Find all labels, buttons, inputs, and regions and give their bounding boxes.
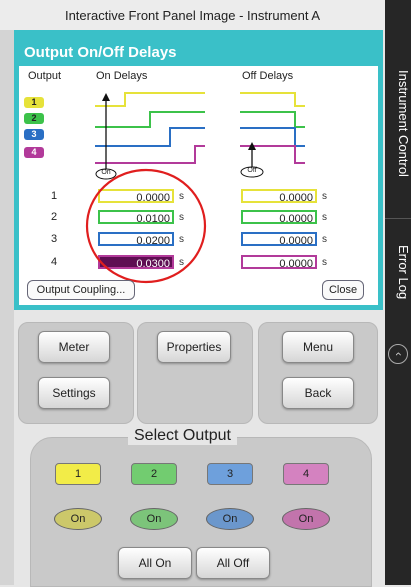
all-on-button[interactable]: All On xyxy=(118,547,192,579)
output-select-1[interactable]: 1 xyxy=(55,463,101,485)
output-on-button-3[interactable]: On xyxy=(206,508,254,530)
all-off-button[interactable]: All Off xyxy=(196,547,270,579)
highlight-circle xyxy=(85,168,207,284)
close-button[interactable]: Close xyxy=(322,280,364,300)
output-select-4[interactable]: 4 xyxy=(283,463,329,485)
menu-button[interactable]: Menu xyxy=(282,331,354,363)
output-coupling-button[interactable]: Output Coupling... xyxy=(27,280,135,300)
output-on-button-4[interactable]: On xyxy=(282,508,330,530)
back-button[interactable]: Back xyxy=(282,377,354,409)
meter-button[interactable]: Meter xyxy=(38,331,110,363)
output-select-3[interactable]: 3 xyxy=(207,463,253,485)
output-on-button-2[interactable]: On xyxy=(130,508,178,530)
settings-button[interactable]: Settings xyxy=(38,377,110,409)
output-on-button-1[interactable]: On xyxy=(54,508,102,530)
select-output-label: Select Output xyxy=(128,427,237,445)
output-select-2[interactable]: 2 xyxy=(131,463,177,485)
properties-button[interactable]: Properties xyxy=(157,331,231,363)
